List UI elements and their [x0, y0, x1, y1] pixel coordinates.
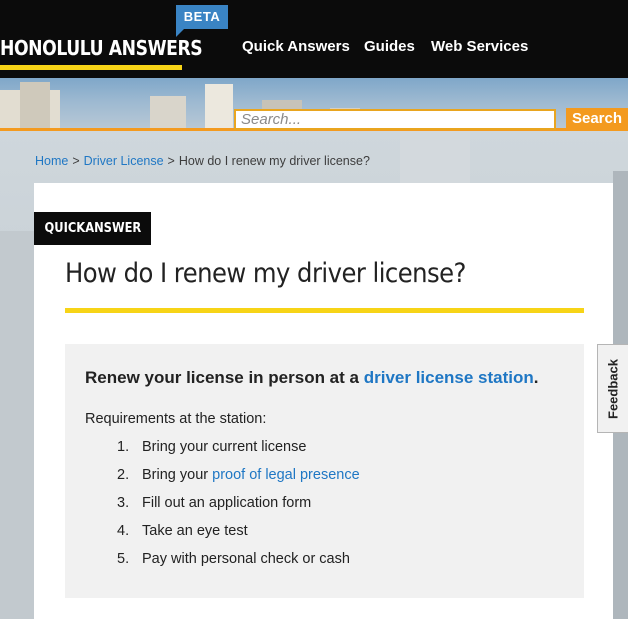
breadcrumb-driver-license[interactable]: Driver License: [84, 154, 164, 168]
site-logo[interactable]: HONOLULU ANSWERS: [0, 36, 203, 60]
logo-underline: [0, 65, 182, 70]
skyline-building: [20, 82, 50, 130]
title-underline: [65, 308, 584, 313]
breadcrumb: Home > Driver License > How do I renew my dr…: [35, 154, 370, 168]
skyline-building: [150, 96, 186, 130]
quickanswer-tag: QUICKANSWER: [34, 212, 151, 245]
list-item: 2. Bring your proof of legal presence: [117, 467, 360, 483]
page-title: How do I renew my driver license?: [65, 258, 466, 289]
list-item: 1. Bring your current license: [117, 439, 307, 455]
breadcrumb-separator: >: [167, 154, 175, 168]
nav-quick-answers[interactable]: Quick Answers: [242, 38, 350, 55]
list-item: 4. Take an eye test: [117, 523, 248, 539]
beta-badge: BETA: [176, 5, 228, 29]
search-button[interactable]: Search: [566, 108, 628, 130]
feedback-tab[interactable]: Feedback: [597, 344, 628, 433]
nav-guides[interactable]: Guides: [364, 38, 415, 55]
beta-badge-tail: [176, 29, 184, 37]
skyline-building: [205, 84, 233, 130]
requirements-label: Requirements at the station:: [85, 411, 267, 427]
background-tower: [0, 231, 34, 619]
nav-web-services[interactable]: Web Services: [431, 38, 528, 55]
background-tower: [400, 131, 470, 183]
proof-of-legal-presence-link[interactable]: proof of legal presence: [212, 467, 360, 483]
answer-heading: Renew your license in person at a driver…: [85, 368, 539, 387]
search-input[interactable]: [234, 109, 556, 130]
breadcrumb-current: How do I renew my driver license?: [178, 154, 370, 168]
list-item: 3. Fill out an application form: [117, 495, 312, 511]
list-item: 5. Pay with personal check or cash: [117, 551, 350, 567]
breadcrumb-separator: >: [72, 154, 80, 168]
driver-license-station-link[interactable]: driver license station: [364, 368, 534, 387]
breadcrumb-home[interactable]: Home: [35, 154, 68, 168]
